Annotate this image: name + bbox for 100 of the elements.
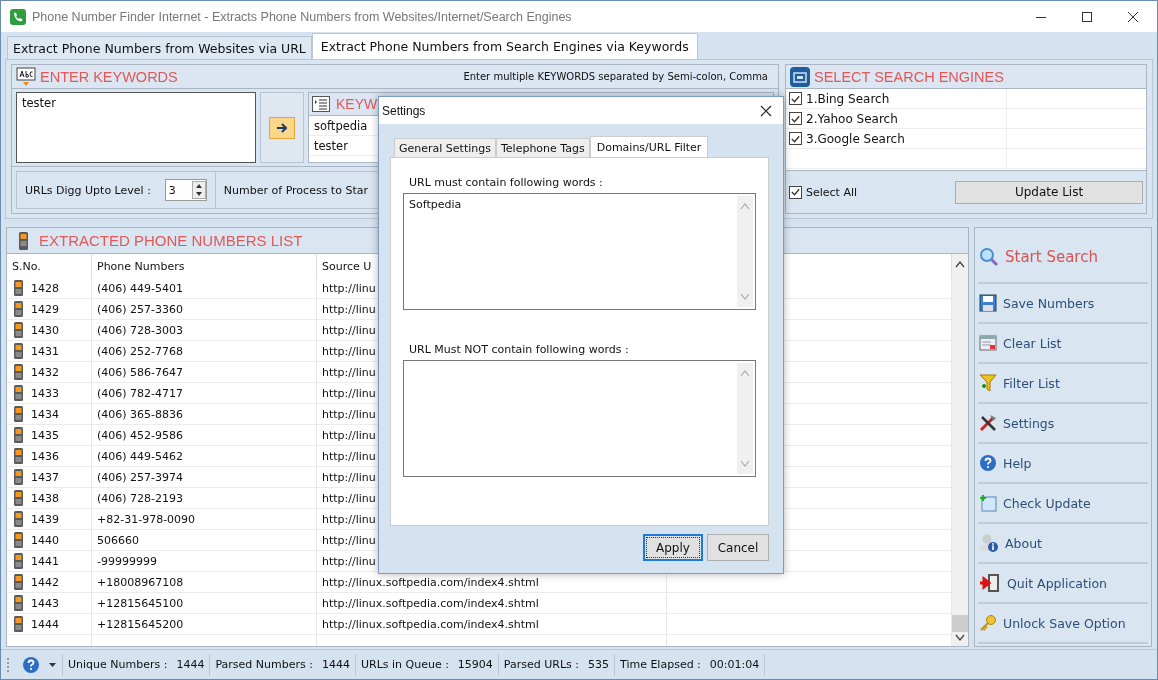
door-arrow-icon bbox=[979, 573, 1001, 593]
table-cell: http://linu bbox=[322, 386, 376, 400]
scroll-down-icon bbox=[740, 460, 750, 468]
cellphone-icon bbox=[12, 280, 25, 296]
cellphone-icon bbox=[12, 553, 25, 569]
table-cell: http://linu bbox=[322, 449, 376, 463]
sidebar-button[interactable]: Clear List bbox=[978, 324, 1148, 364]
text-area[interactable]: Softpedia bbox=[403, 193, 756, 310]
level-spinner[interactable]: 3 bbox=[164, 179, 207, 201]
scroll-thumb[interactable] bbox=[952, 615, 968, 632]
status-value: 535 bbox=[588, 658, 609, 671]
table-cell: 1439 bbox=[31, 512, 59, 526]
checkbox[interactable] bbox=[789, 92, 802, 105]
table-cell: http://linux.softpedia.com/index4.shtml bbox=[322, 617, 539, 631]
help-dropdown-button[interactable] bbox=[20, 653, 63, 676]
sidebar-button[interactable]: Settings bbox=[978, 404, 1148, 444]
checkbox[interactable] bbox=[789, 185, 802, 199]
tab[interactable]: General Settings bbox=[394, 138, 496, 157]
scrollbar[interactable] bbox=[737, 196, 753, 307]
scrollbar[interactable] bbox=[737, 363, 753, 474]
add-keyword-button[interactable] bbox=[269, 116, 295, 139]
column-header[interactable]: S.No. bbox=[7, 254, 92, 278]
cellphone-icon bbox=[17, 231, 30, 250]
table-cell: (406) 449-5401 bbox=[97, 281, 184, 295]
table-cell: 1444 bbox=[31, 617, 59, 631]
apply-button[interactable]: Apply bbox=[643, 534, 703, 561]
sidebar-button[interactable]: Quit Application bbox=[978, 564, 1148, 604]
search-icon bbox=[979, 246, 999, 267]
cancel-button[interactable]: Cancel bbox=[707, 534, 769, 561]
table-cell: http://linu bbox=[322, 323, 376, 337]
section-title: ENTER KEYWORDS bbox=[40, 68, 178, 85]
hint-text: Enter multiple KEYWORDS separated by Semi-colon, Comma bbox=[463, 71, 769, 82]
cellphone-icon bbox=[12, 616, 25, 632]
select-all-option[interactable]: Select All bbox=[789, 185, 858, 199]
section-title: EXTRACTED PHONE NUMBERS LIST bbox=[39, 232, 303, 249]
tab[interactable]: Domains/URL Filter bbox=[589, 136, 709, 157]
field-label: Number of Process to Star bbox=[223, 183, 368, 197]
sidebar-button[interactable]: Save Numbers bbox=[978, 284, 1148, 324]
table-cell: 1430 bbox=[31, 323, 59, 337]
sidebar-button[interactable]: About bbox=[978, 524, 1148, 564]
help-icon bbox=[22, 655, 40, 674]
table-cell: (406) 449-5462 bbox=[97, 449, 184, 463]
sidebar-button[interactable]: Filter List bbox=[978, 364, 1148, 404]
close-icon[interactable] bbox=[1127, 10, 1139, 23]
table-cell: 1428 bbox=[31, 281, 59, 295]
engine-option[interactable]: 1.Bing Search bbox=[789, 91, 890, 106]
cellphone-icon bbox=[12, 385, 25, 401]
checkbox[interactable] bbox=[789, 132, 802, 145]
cellphone-icon bbox=[12, 532, 25, 548]
phone-app-icon bbox=[10, 8, 26, 25]
table-cell: (406) 728-3003 bbox=[97, 323, 184, 337]
keyword-input[interactable]: tester bbox=[16, 92, 256, 163]
sidebar-button[interactable]: Help bbox=[978, 444, 1148, 484]
document-plus-icon bbox=[979, 494, 997, 512]
table-cell: (406) 728-2193 bbox=[97, 491, 184, 505]
table-cell: http://linu bbox=[322, 491, 376, 505]
cellphone-icon bbox=[12, 364, 25, 380]
close-icon[interactable] bbox=[760, 104, 772, 117]
cellphone-icon bbox=[12, 427, 25, 443]
tab[interactable]: Telephone Tags bbox=[495, 138, 590, 157]
window-title: Phone Number Finder Internet - Extracts Phone Numbers from Websites/Internet/Search Engines bbox=[32, 9, 573, 24]
status-value: 00:01:04 bbox=[709, 658, 760, 671]
list-icon bbox=[312, 96, 330, 112]
table-cell: (406) 257-3974 bbox=[97, 470, 184, 484]
update-list-button[interactable]: Update List bbox=[955, 180, 1143, 204]
table-cell: 1436 bbox=[31, 449, 59, 463]
table-cell: -99999999 bbox=[97, 554, 157, 568]
table-cell: +82-31-978-0090 bbox=[97, 512, 196, 526]
column-header[interactable]: Phone Numbers bbox=[92, 254, 317, 278]
table-cell: 1437 bbox=[31, 470, 59, 484]
section-title: KEYW bbox=[336, 96, 378, 112]
table-cell: http://linu bbox=[322, 302, 376, 316]
text-area[interactable] bbox=[403, 360, 756, 477]
sidebar-button[interactable]: Check Update bbox=[978, 484, 1148, 524]
engine-option[interactable]: 3.Google Search bbox=[789, 131, 905, 146]
field-label: URLs Digg Upto Level : bbox=[25, 183, 151, 197]
checkbox[interactable] bbox=[789, 112, 802, 125]
tab[interactable]: Extract Phone Numbers from Search Engines via Keywords bbox=[311, 33, 698, 59]
engine-option[interactable]: 2.Yahoo Search bbox=[789, 111, 898, 126]
scrollbar[interactable] bbox=[952, 254, 968, 646]
key-icon bbox=[979, 614, 997, 632]
cellphone-icon bbox=[12, 322, 25, 338]
status-value: 1444 bbox=[176, 658, 205, 671]
table-cell: http://linu bbox=[322, 470, 376, 484]
table-cell: http://linu bbox=[322, 407, 376, 421]
table-cell: +12815645200 bbox=[97, 617, 184, 631]
scroll-down-icon bbox=[955, 634, 965, 642]
table-cell: (406) 452-9586 bbox=[97, 428, 184, 442]
sidebar-button[interactable]: Unlock Save Option bbox=[978, 604, 1148, 644]
section-title: SELECT SEARCH ENGINES bbox=[814, 68, 1004, 85]
table-cell: http://linu bbox=[322, 344, 376, 358]
table-cell: 1435 bbox=[31, 428, 59, 442]
tab[interactable]: Extract Phone Numbers from Websites via URL bbox=[7, 36, 312, 59]
status-value: 15904 bbox=[457, 658, 493, 671]
abc-icon bbox=[16, 66, 36, 87]
table-cell: (406) 257-3360 bbox=[97, 302, 184, 316]
status-label: Time Elapsed : bbox=[620, 658, 701, 671]
table-cell: http://linux.softpedia.com/index4.shtml bbox=[322, 596, 539, 610]
table-cell: http://linu bbox=[322, 365, 376, 379]
maximize-icon[interactable] bbox=[1081, 10, 1093, 23]
